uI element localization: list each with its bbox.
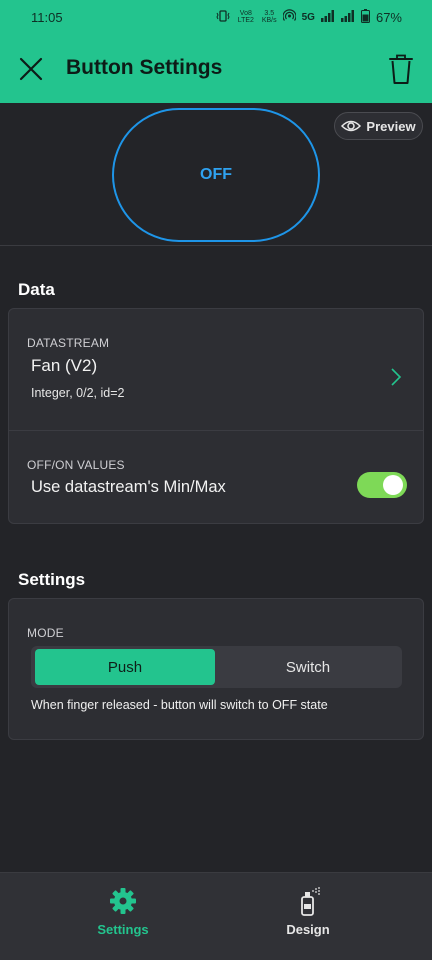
- off-on-values-label: OFF/ON VALUES: [27, 458, 125, 472]
- datastream-label: DATASTREAM: [27, 336, 110, 350]
- nav-label-design: Design: [286, 922, 330, 937]
- mode-help-text: When finger released - button will switc…: [31, 698, 328, 712]
- signal-icon-2: [340, 9, 355, 25]
- mode-option-push[interactable]: Push: [35, 649, 215, 685]
- app-bar: Button Settings: [0, 34, 432, 103]
- preview-button[interactable]: OFF: [112, 108, 320, 242]
- mode-option-switch[interactable]: Switch: [218, 649, 398, 685]
- close-icon: [19, 57, 43, 81]
- vibrate-icon: [216, 9, 230, 25]
- widget-preview-area: OFF Preview: [0, 103, 432, 246]
- off-on-values-text: Use datastream's Min/Max: [31, 478, 226, 496]
- preview-toggle-button[interactable]: Preview: [334, 112, 423, 140]
- settings-section-title: Settings: [18, 570, 86, 589]
- status-time: 11:05: [31, 9, 63, 25]
- hotspot-icon: [282, 9, 297, 25]
- datastream-row[interactable]: DATASTREAM Fan (V2) Integer, 0/2, id=2: [9, 309, 423, 430]
- gear-icon: [110, 888, 136, 914]
- battery-percent: 67%: [375, 9, 402, 25]
- signal-icon: [320, 9, 335, 25]
- nav-label-settings: Settings: [97, 922, 149, 937]
- network-type: 5G: [301, 11, 315, 23]
- off-on-values-row: OFF/ON VALUES Use datastream's Min/Max: [9, 431, 423, 523]
- close-button[interactable]: [16, 54, 46, 84]
- speed-unit: KB/s: [261, 17, 277, 24]
- bottom-nav: Settings Design: [0, 872, 432, 960]
- chevron-right-icon: [391, 368, 402, 386]
- nav-item-settings[interactable]: Settings: [15, 873, 231, 960]
- min-max-toggle[interactable]: [357, 472, 407, 498]
- page-title: Button Settings: [66, 56, 223, 79]
- nav-item-design[interactable]: Design: [200, 873, 416, 960]
- preview-label: Preview: [366, 118, 416, 134]
- battery-icon: [360, 8, 370, 26]
- data-card: DATASTREAM Fan (V2) Integer, 0/2, id=2 O…: [8, 308, 424, 524]
- delete-button[interactable]: [386, 52, 416, 86]
- status-bar: 11:05 Vo8 LTE2 3.5 KB/s 5G 67%: [0, 0, 432, 34]
- mode-segmented-control: Push Switch: [31, 646, 402, 688]
- speed-value: 3.5: [264, 10, 275, 17]
- toggle-knob: [383, 475, 403, 495]
- trash-icon: [389, 54, 413, 84]
- header: 11:05 Vo8 LTE2 3.5 KB/s 5G 67% Button Se…: [0, 0, 432, 103]
- settings-card: MODE Push Switch When finger released - …: [8, 598, 424, 740]
- status-icons: Vo8 LTE2 3.5 KB/s 5G 67%: [216, 8, 402, 26]
- data-section-title: Data: [18, 280, 55, 299]
- datastream-name: Fan (V2): [31, 356, 98, 375]
- spray-paint-icon: [301, 887, 320, 916]
- network-speed: 3.5 KB/s: [262, 10, 277, 24]
- datastream-meta: Integer, 0/2, id=2: [31, 386, 125, 400]
- volte-indicator: Vo8 LTE2: [237, 10, 254, 24]
- mode-label: MODE: [27, 626, 64, 640]
- eye-icon: [341, 120, 362, 132]
